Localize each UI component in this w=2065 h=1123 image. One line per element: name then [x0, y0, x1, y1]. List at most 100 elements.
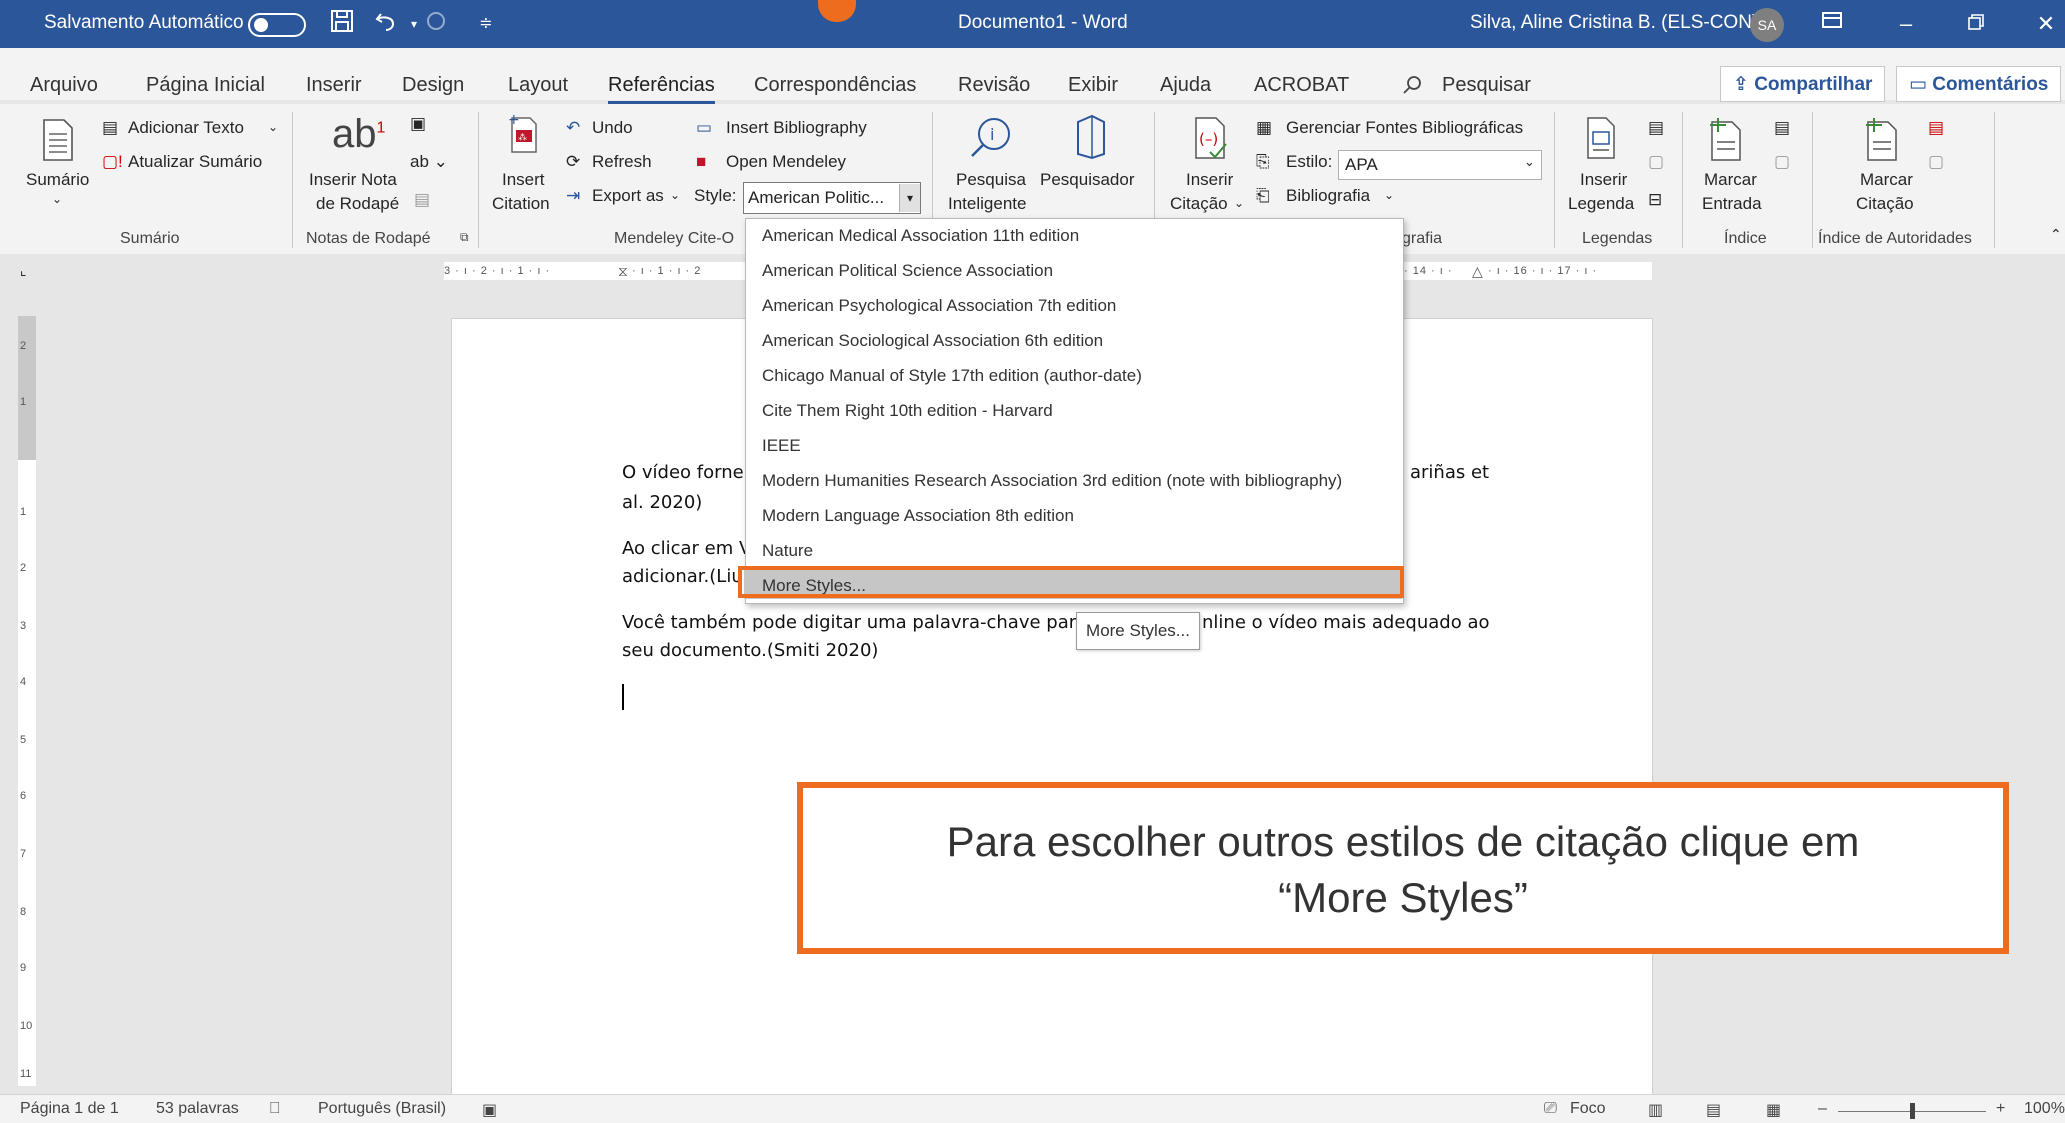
bibliography-icon[interactable]: ⎗ — [1256, 186, 1270, 206]
mark-entry-line2[interactable]: Entrada — [1702, 194, 1762, 214]
focus-icon[interactable]: ⎚ — [1544, 1100, 1557, 1118]
style-option[interactable]: Modern Language Association 8th edition — [762, 506, 1074, 526]
update-table-authorities-icon[interactable]: ▢ — [1928, 152, 1944, 172]
insert-caption-line2[interactable]: Legenda — [1568, 194, 1634, 214]
manage-sources-icon[interactable]: ▦ — [1256, 118, 1272, 138]
estilo-dropdown-icon[interactable]: ⌄ — [1524, 154, 1535, 170]
update-index-icon[interactable]: ▢ — [1774, 152, 1790, 172]
insert-caption-icon[interactable] — [1584, 116, 1618, 165]
add-text-button[interactable]: Adicionar Texto — [128, 118, 244, 138]
bibliography-button[interactable]: Bibliografia — [1286, 186, 1370, 206]
chevron-down-icon[interactable]: ▾ — [899, 184, 920, 212]
style-option[interactable]: Nature — [762, 541, 813, 561]
researcher-button[interactable]: Pesquisador — [1040, 170, 1135, 190]
export-dropdown-icon[interactable]: ⌄ — [670, 188, 680, 202]
accessibility-icon[interactable]: ▣ — [482, 1100, 497, 1120]
proofing-icon[interactable]: ⎕ — [270, 1100, 280, 1118]
smart-lookup-icon[interactable]: i — [968, 114, 1014, 165]
tab-selector-icon[interactable]: ⌞ — [20, 262, 27, 279]
word-count[interactable]: 53 palavras — [156, 1100, 239, 1118]
update-table-icon[interactable]: ▢ — [1648, 152, 1664, 172]
mendeley-undo-button[interactable]: Undo — [592, 118, 633, 138]
style-option[interactable]: Cite Them Right 10th edition - Harvard — [762, 401, 1053, 421]
user-name[interactable]: Silva, Aline Cristina B. (ELS-CON) — [1470, 12, 1758, 34]
export-icon[interactable]: ⇥ — [566, 186, 580, 206]
refresh-icon[interactable]: ⟳ — [566, 152, 580, 172]
insert-citation-icon[interactable]: ⁂ + — [506, 112, 540, 159]
style-option[interactable]: American Sociological Association 6th ed… — [762, 331, 1103, 351]
export-as-button[interactable]: Export as — [592, 186, 664, 206]
avatar[interactable]: SA — [1750, 8, 1784, 42]
tab-referencias[interactable]: Referências — [608, 74, 715, 104]
next-footnote-icon[interactable]: ab ⌄ — [410, 152, 448, 172]
insert-footnote-icon[interactable]: ab1 — [332, 112, 385, 157]
tab-exibir[interactable]: Exibir — [1068, 74, 1118, 97]
citation-style-select[interactable]: American Politic... — [743, 182, 921, 214]
zoom-level[interactable]: 100% — [2024, 1100, 2065, 1118]
tab-pagina-inicial[interactable]: Página Inicial — [146, 74, 265, 97]
style-option[interactable]: American Political Science Association — [762, 261, 1053, 281]
focus-mode[interactable]: Foco — [1570, 1100, 1606, 1118]
page-count[interactable]: Página 1 de 1 — [20, 1100, 119, 1118]
insert-footnote-line2[interactable]: de Rodapé — [316, 194, 399, 214]
minimize-icon[interactable]: – — [1890, 8, 1922, 40]
right-indent-icon[interactable]: △ — [1472, 262, 1484, 280]
sumario-dropdown-icon[interactable]: ⌄ — [52, 192, 62, 206]
style-option[interactable]: American Medical Association 11th editio… — [762, 226, 1079, 246]
mark-entry-line1[interactable]: Marcar — [1704, 170, 1757, 190]
smart-lookup-line1[interactable]: Pesquisa — [956, 170, 1026, 190]
add-text-dropdown-icon[interactable]: ⌄ — [268, 120, 278, 134]
mendeley-icon[interactable]: ■ — [696, 152, 706, 172]
web-layout-icon[interactable]: ▦ — [1766, 1100, 1781, 1120]
style-option[interactable]: Modern Humanities Research Association 3… — [762, 471, 1342, 491]
tab-revisao[interactable]: Revisão — [958, 74, 1030, 97]
open-mendeley-button[interactable]: Open Mendeley — [726, 152, 846, 172]
refresh-button[interactable]: Refresh — [592, 152, 652, 172]
search-icon[interactable] — [1402, 74, 1424, 102]
insert-caption-line1[interactable]: Inserir — [1580, 170, 1627, 190]
tab-ajuda[interactable]: Ajuda — [1160, 74, 1211, 97]
autosave-toggle[interactable] — [248, 13, 306, 37]
style-option[interactable]: IEEE — [762, 436, 801, 456]
cross-reference-icon[interactable]: ⊟ — [1648, 190, 1662, 210]
table-of-contents-icon[interactable] — [40, 118, 76, 167]
insert-citation-word-icon[interactable]: (–) — [1190, 114, 1230, 167]
insert-footnote-line1[interactable]: Inserir Nota — [309, 170, 397, 190]
mark-citation-line2[interactable]: Citação — [1856, 194, 1914, 214]
tab-design[interactable]: Design — [402, 74, 464, 97]
mark-citation-icon[interactable] — [1862, 114, 1902, 167]
dialog-launcher-icon[interactable]: ⧉ — [460, 230, 469, 245]
customize-qat-icon[interactable]: ≑ — [470, 8, 502, 40]
insert-citation-line1[interactable]: Insert — [502, 170, 545, 190]
ribbon-display-icon[interactable] — [1816, 8, 1848, 40]
comments-button[interactable]: ▭ Comentários — [1896, 66, 2062, 102]
save-icon[interactable] — [326, 8, 358, 40]
insert-bibliography-button[interactable]: Insert Bibliography — [726, 118, 867, 138]
insert-table-figures-icon[interactable]: ▤ — [1648, 118, 1664, 138]
zoom-slider-handle[interactable] — [1910, 1103, 1915, 1119]
read-mode-icon[interactable]: ▥ — [1648, 1100, 1663, 1120]
language[interactable]: Português (Brasil) — [318, 1100, 446, 1118]
manage-sources-button[interactable]: Gerenciar Fontes Bibliográficas — [1286, 118, 1523, 138]
tab-inserir[interactable]: Inserir — [306, 74, 362, 97]
insert-citation-line2[interactable]: Citation — [492, 194, 550, 214]
style-option[interactable]: Chicago Manual of Style 17th edition (au… — [762, 366, 1142, 386]
tab-layout[interactable]: Layout — [508, 74, 568, 97]
mendeley-undo-icon[interactable]: ↶ — [566, 118, 580, 138]
sumario-button[interactable]: Sumário — [26, 170, 89, 190]
insert-citation-word-line2[interactable]: Citação — [1170, 194, 1228, 214]
bibliography-dropdown-icon[interactable]: ⌄ — [1384, 188, 1394, 202]
insert-citation-word-line1[interactable]: Inserir — [1186, 170, 1233, 190]
close-icon[interactable]: ✕ — [2030, 8, 2062, 40]
indent-marker-icon[interactable]: ⧖ — [618, 262, 629, 280]
mark-citation-line1[interactable]: Marcar — [1860, 170, 1913, 190]
update-toc-button[interactable]: Atualizar Sumário — [128, 152, 262, 172]
insert-bibliography-icon[interactable]: ▭ — [696, 118, 712, 138]
add-text-icon[interactable]: ▤ — [102, 118, 118, 138]
insert-table-authorities-icon[interactable]: ▤ — [1928, 118, 1944, 138]
collapse-ribbon-icon[interactable]: ⌃ — [2050, 226, 2062, 243]
zoom-out-button[interactable]: – — [1818, 1100, 1827, 1118]
researcher-icon[interactable] — [1070, 112, 1114, 167]
bibliography-style-select[interactable]: APA — [1338, 150, 1542, 180]
restore-icon[interactable] — [1960, 8, 1992, 40]
